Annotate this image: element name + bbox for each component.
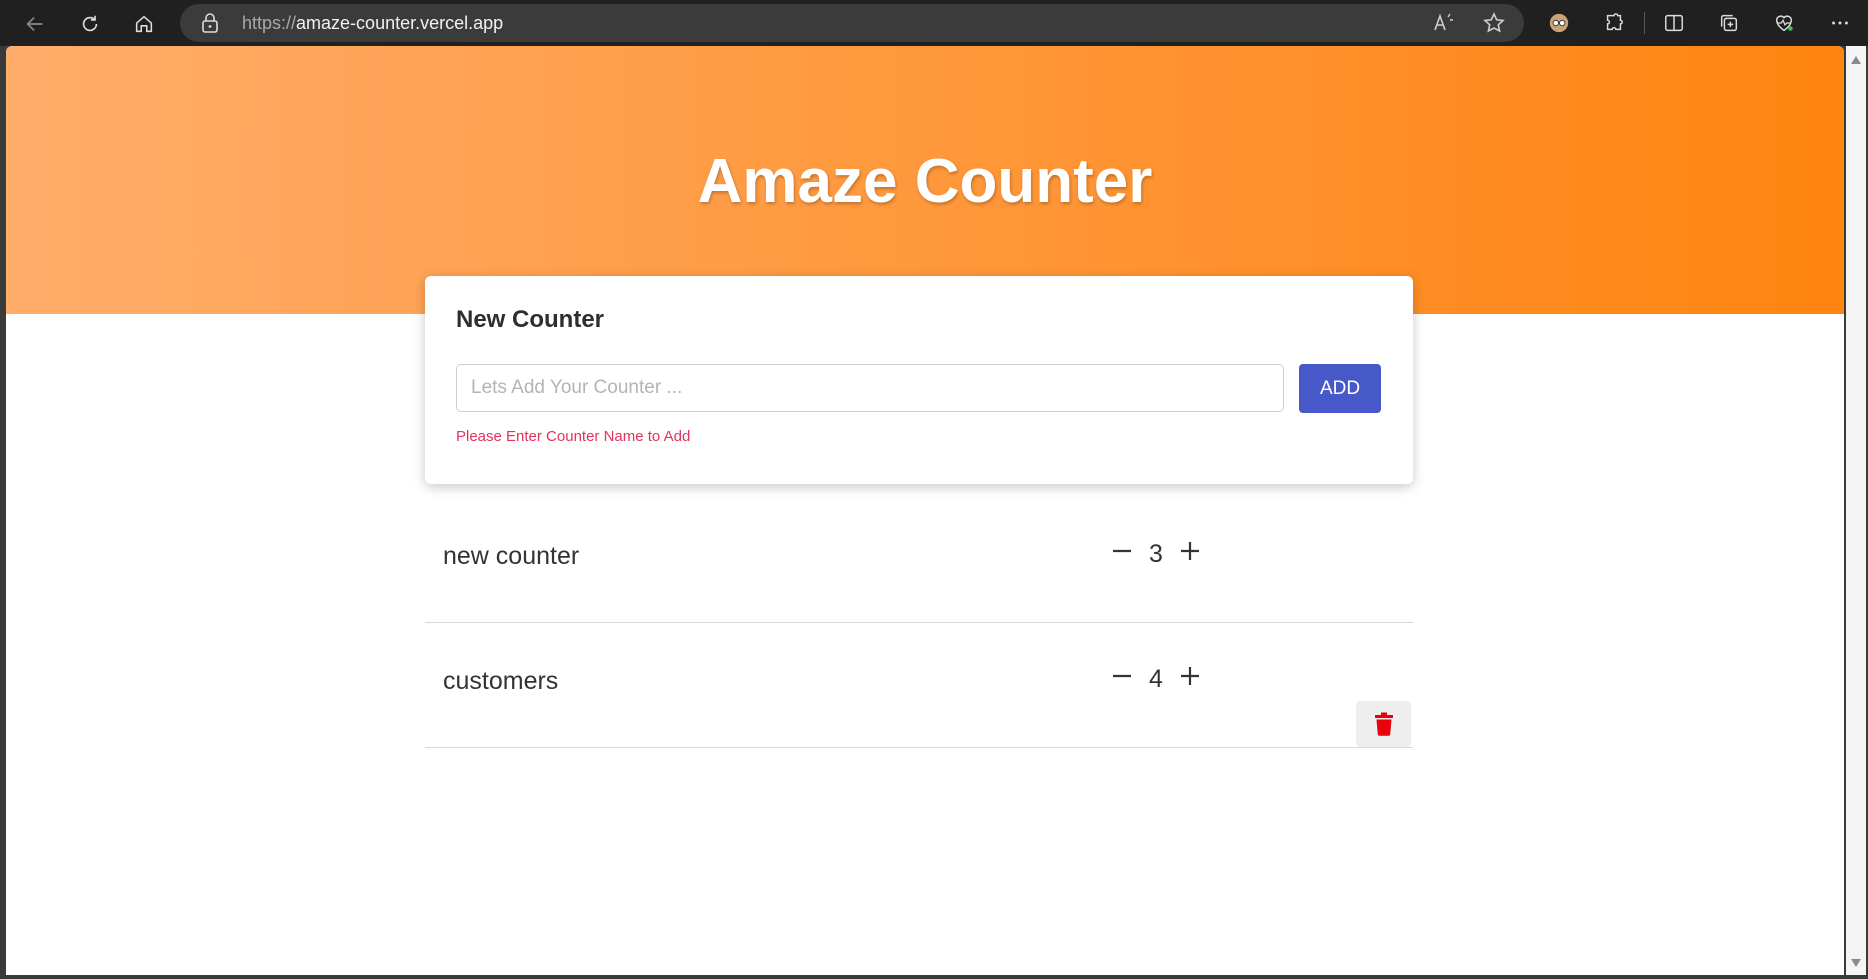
increment-button[interactable] [1175, 661, 1205, 691]
page-viewport: Amaze Counter New Counter ADD Please Ent… [6, 46, 1844, 975]
counter-value: 4 [1149, 665, 1163, 693]
scroll-down-arrow[interactable] [1851, 959, 1861, 967]
trash-icon [1374, 712, 1393, 736]
counter-row: customers 4 [425, 623, 1413, 748]
increment-button[interactable] [1175, 536, 1205, 566]
more-dots-icon [1832, 21, 1848, 25]
extensions-button[interactable] [1599, 8, 1629, 38]
page-title: Amaze Counter [697, 147, 1153, 216]
heart-pulse-icon [1775, 15, 1793, 32]
read-aloud-icon[interactable] [1432, 11, 1456, 35]
avatar-icon [1549, 13, 1569, 33]
lock-icon[interactable] [200, 12, 220, 34]
plus-icon [1181, 667, 1199, 685]
new-counter-heading: New Counter [456, 306, 605, 333]
validation-error: Please Enter Counter Name to Add [456, 428, 691, 445]
url-text: https://amaze-counter.vercel.app [242, 13, 504, 33]
split-screen-button[interactable] [1659, 8, 1689, 38]
collections-icon [1720, 14, 1738, 32]
plus-icon [1181, 542, 1199, 560]
browser-toolbar: https://amaze-counter.vercel.app [0, 0, 1868, 46]
new-counter-card: New Counter ADD Please Enter Counter Nam… [425, 276, 1413, 484]
home-icon [135, 15, 153, 33]
refresh-icon [82, 15, 98, 32]
counter-name-input[interactable] [456, 364, 1284, 412]
scroll-up-arrow[interactable] [1851, 56, 1861, 64]
split-screen-icon [1665, 14, 1683, 32]
delete-counter-button[interactable] [1356, 701, 1411, 747]
toolbar-divider [1644, 12, 1645, 34]
add-button[interactable]: ADD [1299, 364, 1381, 413]
home-button[interactable] [127, 7, 161, 41]
decrement-button[interactable] [1107, 661, 1137, 691]
hero-banner: Amaze Counter [6, 46, 1844, 314]
address-bar[interactable]: https://amaze-counter.vercel.app [180, 4, 1524, 42]
back-button[interactable] [18, 7, 52, 41]
counter-name: customers [443, 667, 559, 695]
counter-value: 3 [1149, 540, 1163, 568]
puzzle-icon [1606, 13, 1623, 31]
favorite-star-icon[interactable] [1482, 11, 1506, 35]
counter-row: new counter 3 [425, 498, 1413, 623]
minus-icon [1113, 549, 1131, 553]
decrement-button[interactable] [1107, 536, 1137, 566]
refresh-button[interactable] [73, 7, 107, 41]
profile-avatar[interactable] [1544, 8, 1574, 38]
minus-icon [1113, 674, 1131, 678]
collections-button[interactable] [1714, 8, 1744, 38]
counter-name: new counter [443, 542, 580, 570]
vertical-scrollbar[interactable] [1846, 46, 1866, 975]
settings-more-button[interactable] [1825, 8, 1855, 38]
arrow-left-icon [26, 16, 43, 32]
browser-essentials-button[interactable] [1769, 8, 1799, 38]
